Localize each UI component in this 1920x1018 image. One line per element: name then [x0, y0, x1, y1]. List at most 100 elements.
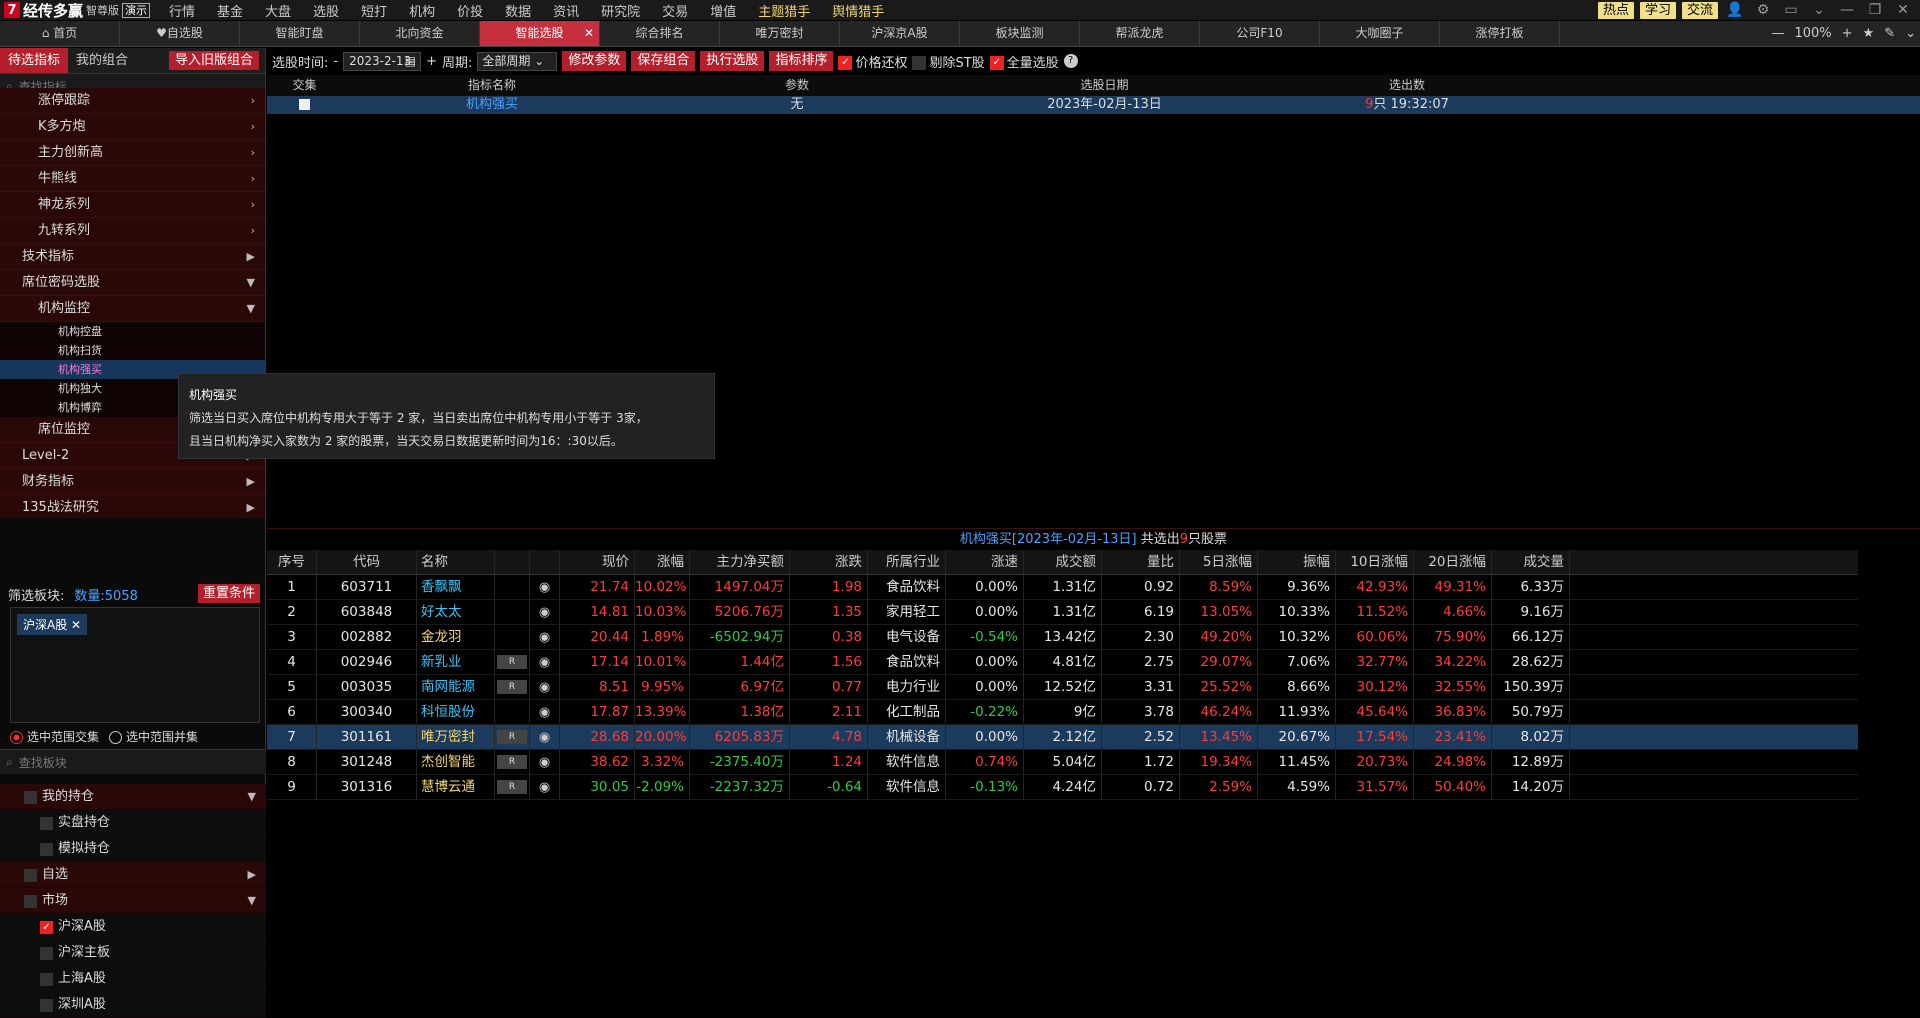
tree-item[interactable]: 席位密码选股 ▼: [0, 270, 265, 296]
checkbox-icon[interactable]: [24, 895, 37, 908]
user-icon[interactable]: 👤: [1724, 2, 1746, 18]
exclude-st-checkbox[interactable]: 剔除ST股: [912, 52, 985, 71]
col-header[interactable]: 主力净买额: [690, 550, 790, 574]
sector-item[interactable]: 模拟持仓: [0, 836, 266, 862]
eye-icon[interactable]: ◉: [539, 755, 550, 770]
table-row[interactable]: 5 003035 南网能源 R ◉ 8.51 9.95% 6.97亿 0.77 电力行业 0.00%…: [267, 675, 1858, 700]
menu-item-11[interactable]: 增值: [699, 1, 747, 20]
tab-6[interactable]: 唯万密封: [720, 21, 840, 46]
restore-icon[interactable]: ❐: [1864, 2, 1886, 18]
menu-item-0[interactable]: 行情: [158, 1, 206, 20]
menu-item-7[interactable]: 数据: [494, 1, 542, 20]
r-badge-icon[interactable]: R: [497, 780, 527, 794]
period-select[interactable]: 全部周期 ⌄: [477, 51, 558, 71]
minimize-icon[interactable]: —: [1836, 2, 1858, 18]
col-header[interactable]: 5日涨幅: [1180, 550, 1258, 574]
radio-union[interactable]: 选中范围并集: [109, 728, 198, 745]
col-header[interactable]: 名称: [417, 550, 495, 574]
sector-item[interactable]: 自选 ▶: [0, 862, 266, 888]
table-row[interactable]: 9 301316 慧博云通 R ◉ 30.05 -2.09% -2237.32万 -0.64 软件…: [267, 775, 1858, 800]
eye-icon[interactable]: ◉: [539, 730, 550, 745]
exchange-button[interactable]: 交流: [1681, 1, 1718, 19]
eye-icon[interactable]: ◉: [539, 780, 550, 795]
col-header[interactable]: [530, 550, 560, 574]
save-combo-button[interactable]: 保存组合: [631, 51, 696, 71]
hot-button[interactable]: 热点: [1597, 1, 1634, 19]
close-icon[interactable]: ✕: [71, 618, 81, 632]
pencil-icon[interactable]: ✎: [1884, 26, 1895, 41]
col-header[interactable]: 序号: [267, 550, 317, 574]
tree-item[interactable]: 135战法研究 ▶: [0, 495, 265, 518]
reset-button[interactable]: 重置条件: [197, 584, 260, 603]
filter-chip[interactable]: 沪深A股 ✕: [17, 614, 88, 635]
col-header[interactable]: 成交额: [1024, 550, 1102, 574]
checkbox-icon[interactable]: [40, 999, 53, 1012]
tree-item[interactable]: K多方炮 ›: [0, 114, 265, 140]
import-old-combo-button[interactable]: 导入旧版组合: [168, 51, 259, 70]
table-row[interactable]: 1 603711 香飘飘 ◉ 21.74 10.02% 1497.04万 1.98 食品饮料 0.…: [267, 575, 1858, 600]
sector-item[interactable]: 深圳A股: [0, 992, 266, 1018]
date-plus[interactable]: +: [426, 54, 437, 69]
col-header[interactable]: [495, 550, 530, 574]
col-header[interactable]: 所属行业: [868, 550, 946, 574]
tab-11[interactable]: 大咖圈子: [1320, 21, 1440, 46]
menu-item-2[interactable]: 大盘: [254, 1, 302, 20]
checkbox-icon[interactable]: [40, 973, 53, 986]
col-header[interactable]: 振幅: [1258, 550, 1336, 574]
table-row[interactable]: 3 002882 金龙羽 ◉ 20.44 1.89% -6502.94万 0.38 电气设备 -0…: [267, 625, 1858, 650]
eye-icon[interactable]: ◉: [539, 655, 550, 670]
col-header[interactable]: 代码: [317, 550, 417, 574]
zoom-in-icon[interactable]: +: [1842, 26, 1853, 41]
sector-item[interactable]: 实盘持仓: [0, 810, 266, 836]
tab-12[interactable]: 涨停打板: [1440, 21, 1560, 46]
menu-item-10[interactable]: 交易: [651, 1, 699, 20]
date-picker[interactable]: 2023-2-13 ▤: [343, 51, 422, 71]
col-header[interactable]: 量比: [1102, 550, 1180, 574]
menu-item-13[interactable]: 舆情猎手: [821, 1, 895, 20]
window-icon[interactable]: ▭: [1780, 2, 1802, 18]
modify-params-button[interactable]: 修改参数: [562, 51, 627, 71]
sector-search[interactable]: ⌕ 查找板块: [0, 749, 266, 774]
gear-icon[interactable]: ⚙: [1752, 2, 1774, 18]
sector-item[interactable]: 我的持仓 ▼: [0, 784, 266, 810]
tab-1[interactable]: ♥自选股: [120, 21, 240, 46]
tree-item[interactable]: 牛熊线 ›: [0, 166, 265, 192]
col-header[interactable]: 涨幅: [635, 550, 690, 574]
tree-item[interactable]: 神龙系列 ›: [0, 192, 265, 218]
close-icon[interactable]: ✕: [584, 21, 594, 46]
full-selection-checkbox[interactable]: ✓ 全量选股: [989, 52, 1059, 71]
strategy-row[interactable]: 机构强买 无 2023年-02月-13日 9只 19:32:07: [267, 96, 1920, 114]
menu-item-8[interactable]: 资讯: [542, 1, 590, 20]
checkbox-icon[interactable]: [40, 947, 53, 960]
menu-item-4[interactable]: 短打: [350, 1, 398, 20]
tab-my-combos[interactable]: 我的组合: [68, 48, 136, 73]
tab-2[interactable]: 智能盯盘: [240, 21, 360, 46]
star-icon[interactable]: ★: [1863, 26, 1875, 41]
table-row[interactable]: 7 301161 唯万密封 R ◉ 28.68 20.00% 6205.83万 4.78 机械设备…: [267, 725, 1858, 750]
sector-item[interactable]: 上海A股: [0, 966, 266, 992]
tree-item[interactable]: 机构监控 ▼: [0, 296, 265, 322]
radio-intersection[interactable]: 选中范围交集: [10, 728, 99, 745]
sort-indicator-button[interactable]: 指标排序: [769, 51, 834, 71]
demo-badge[interactable]: 演示: [122, 2, 151, 18]
close-icon[interactable]: ✕: [1892, 2, 1914, 18]
tree-item[interactable]: 涨停跟踪 ›: [0, 88, 265, 114]
checkbox-icon[interactable]: [24, 869, 37, 882]
run-selection-button[interactable]: 执行选股: [700, 51, 765, 71]
tab-5[interactable]: 综合排名: [600, 21, 720, 46]
checkbox-icon[interactable]: [40, 817, 53, 830]
checkbox-icon[interactable]: [24, 791, 37, 804]
menu-item-6[interactable]: 价投: [446, 1, 494, 20]
col-header[interactable]: 现价: [560, 550, 635, 574]
menu-item-5[interactable]: 机构: [398, 1, 446, 20]
r-badge-icon[interactable]: R: [497, 730, 527, 744]
tab-9[interactable]: 帮派龙虎: [1080, 21, 1200, 46]
eye-icon[interactable]: ◉: [539, 580, 550, 595]
tab-3[interactable]: 北向资金: [360, 21, 480, 46]
col-header[interactable]: 涨跌: [790, 550, 868, 574]
col-header[interactable]: 涨速: [946, 550, 1024, 574]
help-icon[interactable]: ?: [1063, 54, 1078, 68]
tree-item[interactable]: 机构扫货: [0, 341, 265, 360]
checkbox-icon[interactable]: [40, 843, 53, 856]
r-badge-icon[interactable]: R: [497, 680, 527, 694]
